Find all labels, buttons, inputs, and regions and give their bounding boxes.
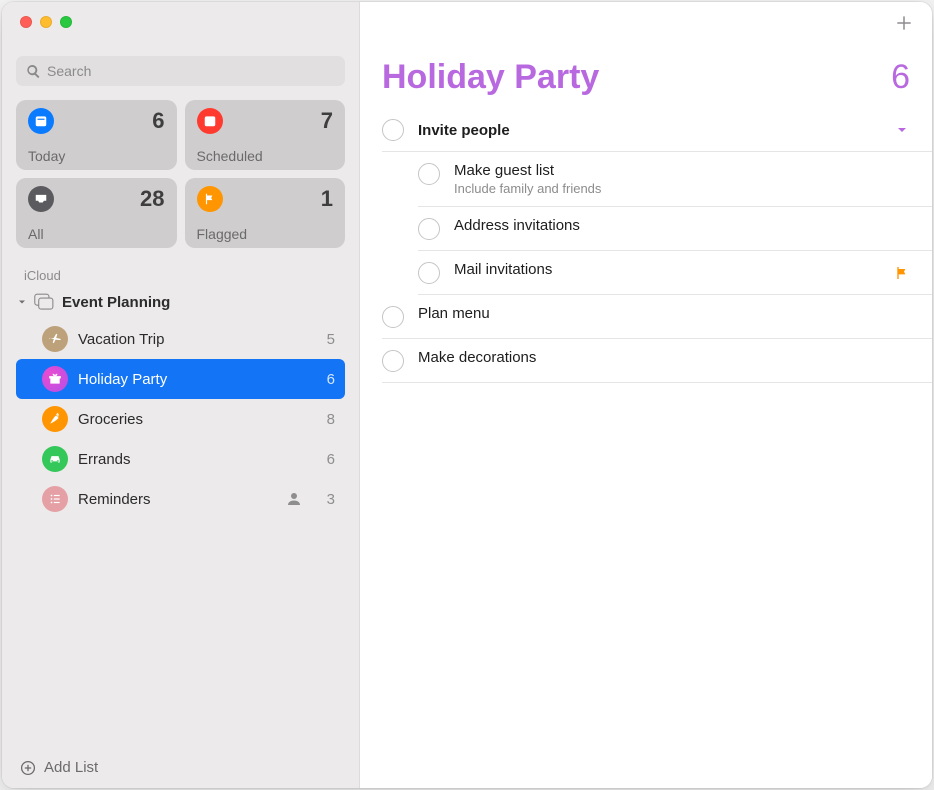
sidebar: Search 6 Today 7 S: [2, 2, 360, 788]
list-label: Reminders: [78, 491, 275, 508]
chevron-down-icon: [16, 296, 28, 308]
list-label: Errands: [78, 451, 311, 468]
smart-scheduled[interactable]: 7 Scheduled: [185, 100, 346, 170]
detail-toolbar: [360, 2, 932, 44]
complete-toggle[interactable]: [418, 262, 440, 284]
reminder-title: Make decorations: [418, 349, 910, 366]
new-reminder-button[interactable]: [894, 13, 914, 33]
plus-circle-icon: [20, 760, 36, 776]
add-list-label: Add List: [44, 759, 98, 776]
sidebar-lists: Vacation Trip 5 Holiday Party 6 Grocerie…: [2, 317, 359, 519]
list-count: 6: [321, 371, 335, 388]
search-placeholder: Search: [47, 63, 91, 79]
complete-toggle[interactable]: [382, 119, 404, 141]
smart-scheduled-label: Scheduled: [197, 148, 334, 164]
section-header: iCloud: [2, 252, 359, 287]
folder-stack-icon: [34, 293, 56, 311]
list-count: 3: [321, 491, 335, 508]
smart-all[interactable]: 28 All: [16, 178, 177, 248]
airplane-icon: [42, 326, 68, 352]
smart-flagged-count: 1: [321, 186, 333, 212]
list-groceries[interactable]: Groceries 8: [16, 399, 345, 439]
reminder-title: Mail invitations: [454, 261, 880, 278]
search-wrap: Search: [2, 42, 359, 94]
carrot-icon: [42, 406, 68, 432]
smart-lists: 6 Today 7 Scheduled 28: [2, 94, 359, 252]
car-icon: [42, 446, 68, 472]
list-label: Holiday Party: [78, 371, 311, 388]
zoom-window-button[interactable]: [60, 16, 72, 28]
complete-toggle[interactable]: [418, 218, 440, 240]
reminder-title: Plan menu: [418, 305, 910, 322]
calendar-today-icon: [28, 108, 54, 134]
reminder-make-decorations[interactable]: Make decorations: [382, 339, 932, 383]
complete-toggle[interactable]: [382, 350, 404, 372]
list-reminders[interactable]: Reminders 3: [16, 479, 345, 519]
shared-icon: [285, 490, 303, 508]
smart-today-count: 6: [152, 108, 164, 134]
flag-icon: [894, 265, 910, 281]
reminder-make-guest-list[interactable]: Make guest list Include family and frien…: [418, 152, 932, 207]
list-errands[interactable]: Errands 6: [16, 439, 345, 479]
flag-icon: [197, 186, 223, 212]
smart-flagged-label: Flagged: [197, 226, 334, 242]
list-label: Groceries: [78, 411, 311, 428]
search-input[interactable]: Search: [16, 56, 345, 86]
app-window: Search 6 Today 7 S: [2, 2, 932, 788]
subtask-group: Make guest list Include family and frien…: [382, 152, 932, 295]
smart-today[interactable]: 6 Today: [16, 100, 177, 170]
smart-scheduled-count: 7: [321, 108, 333, 134]
calendar-icon: [197, 108, 223, 134]
gift-icon: [42, 366, 68, 392]
smart-all-label: All: [28, 226, 165, 242]
add-list-button[interactable]: Add List: [2, 749, 359, 788]
list-icon: [42, 486, 68, 512]
group-event-planning[interactable]: Event Planning: [2, 287, 359, 317]
minimize-window-button[interactable]: [40, 16, 52, 28]
list-vacation-trip[interactable]: Vacation Trip 5: [16, 319, 345, 359]
reminder-list: Invite people Make guest list Include fa…: [360, 101, 932, 383]
close-window-button[interactable]: [20, 16, 32, 28]
complete-toggle[interactable]: [418, 163, 440, 185]
detail-count: 6: [891, 58, 910, 97]
reminder-mail-invitations[interactable]: Mail invitations: [418, 251, 932, 295]
list-label: Vacation Trip: [78, 331, 311, 348]
collapse-subtasks-icon[interactable]: [894, 122, 910, 138]
detail-header: Holiday Party 6: [360, 44, 932, 101]
list-count: 8: [321, 411, 335, 428]
complete-toggle[interactable]: [382, 306, 404, 328]
reminder-invite-people[interactable]: Invite people: [382, 109, 932, 152]
reminder-address-invitations[interactable]: Address invitations: [418, 207, 932, 251]
detail-pane: Holiday Party 6 Invite people Make guest…: [360, 2, 932, 788]
search-icon: [26, 64, 41, 79]
list-count: 6: [321, 451, 335, 468]
smart-flagged[interactable]: 1 Flagged: [185, 178, 346, 248]
smart-all-count: 28: [140, 186, 164, 212]
reminder-note: Include family and friends: [454, 181, 910, 196]
smart-today-label: Today: [28, 148, 165, 164]
reminder-plan-menu[interactable]: Plan menu: [382, 295, 932, 339]
window-controls: [2, 2, 359, 42]
reminder-title: Address invitations: [454, 217, 910, 234]
reminder-title: Make guest list: [454, 162, 910, 179]
inbox-icon: [28, 186, 54, 212]
detail-title: Holiday Party: [382, 58, 599, 97]
group-label: Event Planning: [62, 294, 170, 311]
list-holiday-party[interactable]: Holiday Party 6: [16, 359, 345, 399]
list-count: 5: [321, 331, 335, 348]
reminder-title: Invite people: [418, 122, 880, 139]
